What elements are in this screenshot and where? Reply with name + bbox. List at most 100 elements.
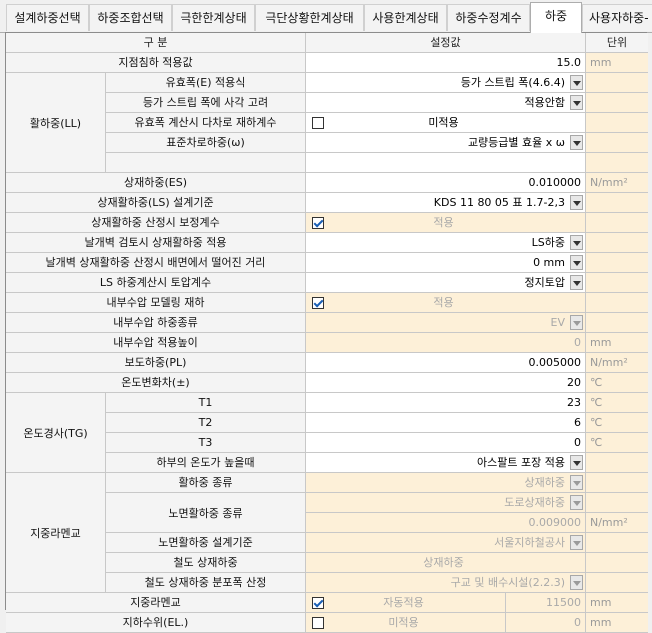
- ls-standard-select[interactable]: KDS 11 80 05 표 1.7-2,3: [306, 193, 586, 213]
- row-label: 상재하중(ES): [6, 173, 306, 193]
- unit-cell: [586, 273, 648, 293]
- road-live-load-value[interactable]: 0.009000: [306, 513, 586, 533]
- rahmen-depth-value[interactable]: 11500: [506, 593, 586, 613]
- effective-width-select[interactable]: 등가 스트립 폭(4.6.4): [306, 73, 586, 93]
- wingwall-distance-select[interactable]: 0 mm: [306, 253, 586, 273]
- unit-cell: [586, 213, 648, 233]
- unit-cell: [586, 533, 648, 553]
- checkbox-checked[interactable]: [312, 217, 324, 229]
- unit-cell: [586, 253, 648, 273]
- row-label: LS 하중계산시 토압계수: [6, 273, 306, 293]
- chevron-down-icon[interactable]: [570, 495, 583, 510]
- chevron-down-icon[interactable]: [570, 95, 583, 110]
- unit-cell: [586, 453, 648, 473]
- chevron-down-icon[interactable]: [570, 315, 583, 330]
- t3-value[interactable]: 0: [306, 433, 586, 453]
- tab-ultimate-limit-state[interactable]: 극한한계상태: [172, 4, 255, 31]
- lane-load-select[interactable]: 교량등급별 효율 x ω: [306, 133, 586, 153]
- chevron-down-icon[interactable]: [570, 275, 583, 290]
- unit-cell: [586, 193, 648, 213]
- chevron-down-icon[interactable]: [570, 455, 583, 470]
- row-label: 하부의 온도가 높을때: [106, 453, 306, 473]
- pedestrian-load-value[interactable]: 0.005000: [306, 353, 586, 373]
- temperature-change-value[interactable]: 20: [306, 373, 586, 393]
- unit-cell: [586, 153, 648, 173]
- tab-service-limit-state[interactable]: 사용한계상태: [364, 4, 447, 31]
- bottom-temp-select[interactable]: 아스팔트 포장 적용: [306, 453, 586, 473]
- chevron-down-icon[interactable]: [570, 575, 583, 590]
- unit-cell: mm: [586, 333, 648, 353]
- row-label: 노면활하중 설계기준: [106, 533, 306, 553]
- row-label-empty: [106, 153, 306, 173]
- earth-pressure-select[interactable]: 정지토압: [306, 273, 586, 293]
- tab-design-load-select[interactable]: 설계하중선택: [6, 4, 89, 31]
- groundwater-toggle[interactable]: 미적용: [306, 613, 506, 633]
- unit-cell: mm: [586, 613, 648, 633]
- header-value: 설정값: [306, 33, 586, 53]
- skew-consider-select[interactable]: 적용안함: [306, 93, 586, 113]
- rahmen-auto-toggle[interactable]: 자동적용: [306, 593, 506, 613]
- row-label: 지하수위(EL.): [6, 613, 306, 633]
- live-load-type-select[interactable]: 상재하중: [306, 473, 586, 493]
- row-label: 노면활하중 종류: [106, 493, 306, 533]
- chevron-down-icon[interactable]: [570, 235, 583, 250]
- unit-cell: [586, 133, 648, 153]
- unit-cell: ℃: [586, 393, 648, 413]
- internal-pressure-height[interactable]: 0: [306, 333, 586, 353]
- checkbox-checked[interactable]: [312, 297, 324, 309]
- row-label: 내부수압 모델링 재하: [6, 293, 306, 313]
- groundwater-level-value[interactable]: 0: [506, 613, 586, 633]
- row-label: 철도 상재하중 분포폭 산정: [106, 573, 306, 593]
- settlement-value[interactable]: 15.0: [306, 53, 586, 73]
- row-label: 온도변화차(±): [6, 373, 306, 393]
- row-label: 상재활하중 산정시 보정계수: [6, 213, 306, 233]
- row-label: 유효폭(E) 적용식: [106, 73, 306, 93]
- checkbox[interactable]: [312, 617, 324, 629]
- unit-cell: N/mm²: [586, 353, 648, 373]
- tab-extreme-event-limit-state[interactable]: 극단상황한계상태: [255, 4, 364, 31]
- row-label: 내부수압 적용높이: [6, 333, 306, 353]
- chevron-down-icon[interactable]: [570, 535, 583, 550]
- tab-user-load[interactable]: 사용자하중-: [582, 4, 652, 31]
- chevron-down-icon[interactable]: [570, 195, 583, 210]
- wingwall-ls-select[interactable]: LS하중: [306, 233, 586, 253]
- unit-cell: [586, 573, 648, 593]
- tab-load-modifier[interactable]: 하중수정계수: [447, 4, 530, 31]
- checkbox[interactable]: [312, 117, 324, 129]
- multi-lane-factor-toggle[interactable]: 미적용: [306, 113, 586, 133]
- row-label: 날개벽 검토시 상재활하중 적용: [6, 233, 306, 253]
- tab-load[interactable]: 하중: [530, 2, 582, 33]
- internal-pressure-toggle[interactable]: 적용: [306, 293, 586, 313]
- header-category: 구 분: [6, 33, 306, 53]
- railway-surcharge-value[interactable]: 상재하중: [306, 553, 586, 573]
- row-label: 철도 상재하중: [106, 553, 306, 573]
- unit-cell: [586, 313, 648, 333]
- ls-correction-toggle[interactable]: 적용: [306, 213, 586, 233]
- group-temperature-gradient: 온도경사(TG): [6, 393, 106, 473]
- surcharge-value[interactable]: 0.010000: [306, 173, 586, 193]
- chevron-down-icon[interactable]: [570, 75, 583, 90]
- chevron-down-icon[interactable]: [570, 135, 583, 150]
- t2-value[interactable]: 6: [306, 413, 586, 433]
- tab-load-combination-select[interactable]: 하중조합선택: [89, 4, 172, 31]
- road-live-load-standard-select[interactable]: 서울지하철공사: [306, 533, 586, 553]
- unit-cell: mm: [586, 53, 648, 73]
- row-label: 지중라멘교: [6, 593, 306, 613]
- row-label: 활하중 종류: [106, 473, 306, 493]
- unit-cell: N/mm²: [586, 173, 648, 193]
- unit-cell: [586, 233, 648, 253]
- chevron-down-icon[interactable]: [570, 475, 583, 490]
- empty-value: [306, 153, 586, 173]
- unit-cell: [586, 553, 648, 573]
- unit-cell: N/mm²: [586, 513, 648, 533]
- row-label: 유효폭 계산시 다차로 재하계수: [106, 113, 306, 133]
- t1-value[interactable]: 23: [306, 393, 586, 413]
- road-live-load-select[interactable]: 도로상재하중: [306, 493, 586, 513]
- unit-cell: [586, 493, 648, 513]
- railway-distribution-select[interactable]: 구교 및 배수시설(2.2.3): [306, 573, 586, 593]
- checkbox-checked[interactable]: [312, 597, 324, 609]
- internal-pressure-type-select[interactable]: EV: [306, 313, 586, 333]
- unit-cell: [586, 73, 648, 93]
- chevron-down-icon[interactable]: [570, 255, 583, 270]
- row-label: 보도하중(PL): [6, 353, 306, 373]
